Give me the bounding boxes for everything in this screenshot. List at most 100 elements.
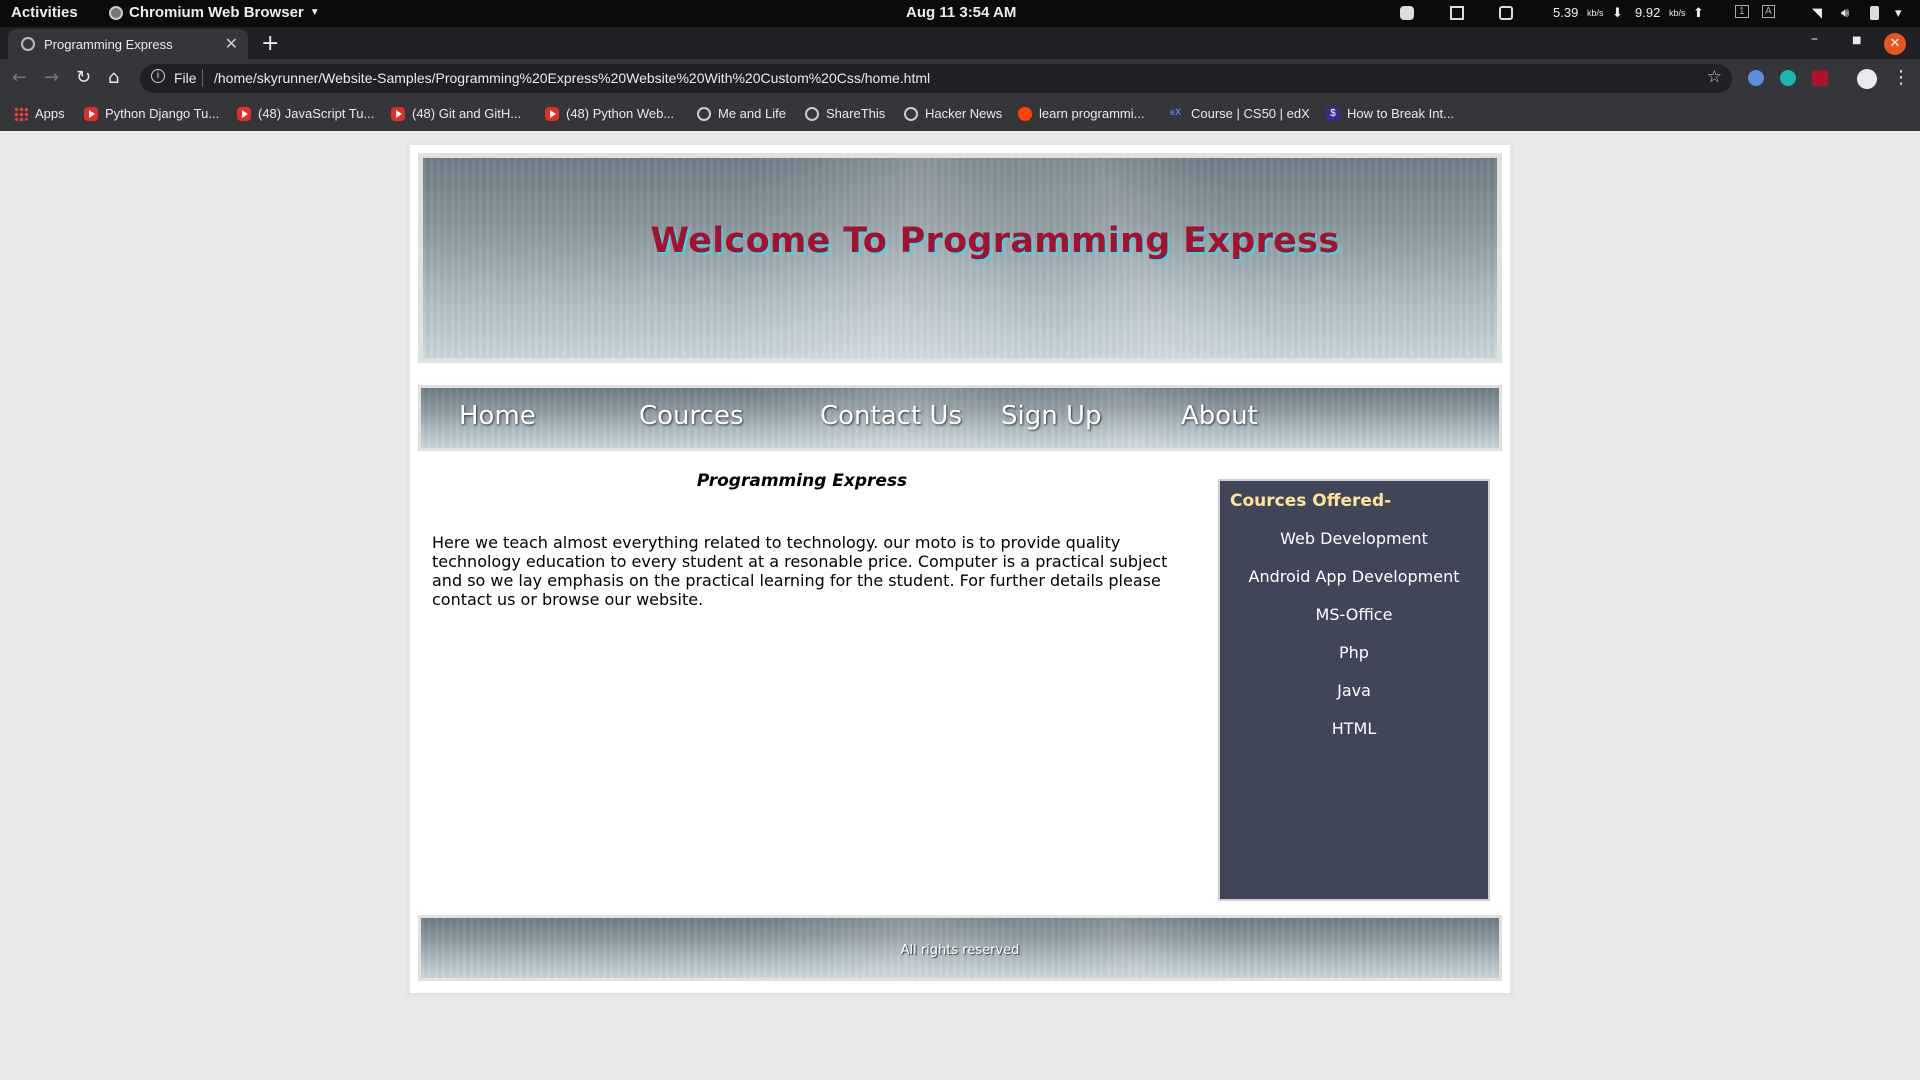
back-icon[interactable]: ← <box>12 67 27 88</box>
power-menu-icon[interactable]: ▾ <box>1895 5 1902 21</box>
nav-cources[interactable]: Cources <box>639 401 744 431</box>
new-tab-button[interactable]: + <box>261 31 279 56</box>
minimize-icon[interactable]: – <box>1811 31 1818 47</box>
ublock-icon[interactable] <box>1812 70 1828 86</box>
bookmark-label: ShareThis <box>826 106 886 121</box>
course-item[interactable]: Web Development <box>1220 529 1488 567</box>
screen-icon[interactable] <box>1499 6 1513 20</box>
extension-m-icon[interactable] <box>1780 70 1796 86</box>
wifi-icon[interactable]: ◥ <box>1812 5 1822 21</box>
content-paragraph: Here we teach almost everything related … <box>432 533 1168 609</box>
net-up-unit: kb/s <box>1669 8 1686 18</box>
bookmark-item[interactable]: eX Course | CS50 | edX <box>1170 106 1310 121</box>
bookmark-item[interactable]: Apps <box>14 106 65 121</box>
yt-icon <box>237 106 251 121</box>
discord-icon[interactable] <box>1400 6 1414 20</box>
close-tab-icon[interactable]: ✕ <box>225 34 238 54</box>
url-scheme: File <box>174 70 197 86</box>
system-top-bar: Activities Chromium Web Browser ▼ Aug 11… <box>0 0 1920 27</box>
yt-icon <box>545 106 559 121</box>
yt-icon <box>84 106 98 121</box>
keyboard-layout-indicator[interactable]: A <box>1762 5 1775 18</box>
globe-icon <box>904 106 918 121</box>
system-tray: 5.39 kb/s ⬇ 9.92 kb/s ⬆ 1 A ◥ 🔊︎ ▾ <box>1380 0 1920 27</box>
bookmarks-bar: Apps Python Django Tu... (48) JavaScript T… <box>0 98 1920 131</box>
bookmark-label: Course | CS50 | edX <box>1191 106 1310 121</box>
maximize-icon[interactable]: ■ <box>1852 35 1861 46</box>
globe-icon <box>21 37 35 51</box>
course-item[interactable]: HTML <box>1220 719 1488 757</box>
banner-title: Welcome To Programming Express <box>650 221 1340 261</box>
globe-icon <box>805 106 819 121</box>
net-down-unit: kb/s <box>1587 8 1604 18</box>
bookmark-label: learn programmi... <box>1039 106 1145 121</box>
profile-avatar[interactable] <box>1857 69 1877 89</box>
tab-title: Programming Express <box>44 37 173 52</box>
footer-text: All rights reserved <box>900 943 1020 958</box>
bookmark-item[interactable]: (48) JavaScript Tu... <box>237 106 374 121</box>
page-container: Welcome To Programming Express Home Cour… <box>406 141 1514 997</box>
content-heading: Programming Express <box>696 471 908 491</box>
course-item[interactable]: MS-Office <box>1220 605 1488 643</box>
nav-contact-us[interactable]: Contact Us <box>820 401 962 431</box>
course-item[interactable]: Php <box>1220 643 1488 681</box>
bookmark-item[interactable]: (48) Git and GitH... <box>391 106 521 121</box>
nav-about[interactable]: About <box>1181 401 1258 431</box>
course-item[interactable]: Android App Development <box>1220 567 1488 605</box>
globe-icon <box>697 106 711 121</box>
bookmark-item[interactable]: learn programmi... <box>1018 106 1144 121</box>
chromium-icon <box>109 5 123 20</box>
apps-icon <box>14 106 28 121</box>
bookmark-item[interactable]: Me and Life <box>697 106 786 121</box>
bookmark-star-icon[interactable]: ☆ <box>1707 67 1722 87</box>
bookmark-label: (48) JavaScript Tu... <box>258 106 375 121</box>
forward-icon[interactable]: → <box>44 67 59 88</box>
header-banner: Welcome To Programming Express <box>418 153 1502 363</box>
bookmark-item[interactable]: Python Django Tu... <box>84 106 219 121</box>
course-item[interactable]: Java <box>1220 681 1488 719</box>
courses-sidebar: Cources Offered- Web Development Android… <box>1218 479 1490 901</box>
divider <box>202 69 203 87</box>
bookmark-item[interactable]: Hacker News <box>904 106 1002 121</box>
app-menu-label: Chromium Web Browser <box>129 4 304 21</box>
yt-icon <box>391 106 405 121</box>
extension-search-icon[interactable] <box>1748 70 1764 86</box>
reload-icon[interactable]: ↻ <box>76 67 91 88</box>
arrow-up-icon: ⬆ <box>1693 5 1704 20</box>
nav-sign-up[interactable]: Sign Up <box>1001 401 1102 431</box>
tab-programming-express[interactable]: Programming Express ✕ <box>8 29 248 59</box>
tab-strip: Programming Express ✕ <box>0 27 1920 59</box>
browser-toolbar: ← → ↻ ⌂ i File /home/skyrunner/Website-S… <box>0 59 1920 98</box>
bookmark-item[interactable]: (48) Python Web... <box>545 106 674 121</box>
close-window-button[interactable]: ✕ <box>1884 33 1906 55</box>
info-icon[interactable]: i <box>151 69 165 83</box>
workspace-indicator-1[interactable]: 1 <box>1735 5 1749 18</box>
url-text[interactable]: /home/skyrunner/Website-Samples/Programm… <box>214 70 930 86</box>
bookmark-label: How to Break Int... <box>1347 106 1454 121</box>
arrow-down-icon: ⬇ <box>1612 5 1623 20</box>
reddit-icon <box>1018 106 1032 121</box>
clipboard-icon[interactable] <box>1450 6 1464 20</box>
bookmark-label: Me and Life <box>718 106 786 121</box>
nav-menu: Home Cources Contact Us Sign Up About <box>418 385 1502 451</box>
bookmark-label: (48) Git and GitH... <box>412 106 522 121</box>
nav-home[interactable]: Home <box>459 401 536 431</box>
net-up-value: 9.92 <box>1635 5 1661 20</box>
bookmark-item[interactable]: ShareThis <box>805 106 885 121</box>
bookmark-label: Python Django Tu... <box>105 106 220 121</box>
bookmark-label: Hacker News <box>925 106 1003 121</box>
address-bar[interactable]: i File /home/skyrunner/Website-Samples/P… <box>140 64 1732 93</box>
bookmark-item[interactable]: $ How to Break Int... <box>1326 106 1454 121</box>
courses-list: Web Development Android App Development … <box>1220 529 1488 757</box>
volume-icon[interactable]: 🔊︎ <box>1841 5 1849 21</box>
page-footer: All rights reserved <box>418 915 1502 981</box>
chevron-down-icon: ▼ <box>309 7 320 18</box>
battery-icon[interactable] <box>1870 6 1879 20</box>
clock[interactable]: Aug 11 3:54 AM <box>906 4 1016 21</box>
home-icon[interactable]: ⌂ <box>108 67 119 88</box>
edx-icon: eX <box>1170 106 1182 117</box>
kebab-menu-icon[interactable]: ⋮ <box>1892 67 1910 88</box>
page-viewport: Welcome To Programming Express Home Cour… <box>0 131 1920 1080</box>
activities-button[interactable]: Activities <box>11 4 78 21</box>
app-menu[interactable]: Chromium Web Browser ▼ <box>109 4 320 21</box>
